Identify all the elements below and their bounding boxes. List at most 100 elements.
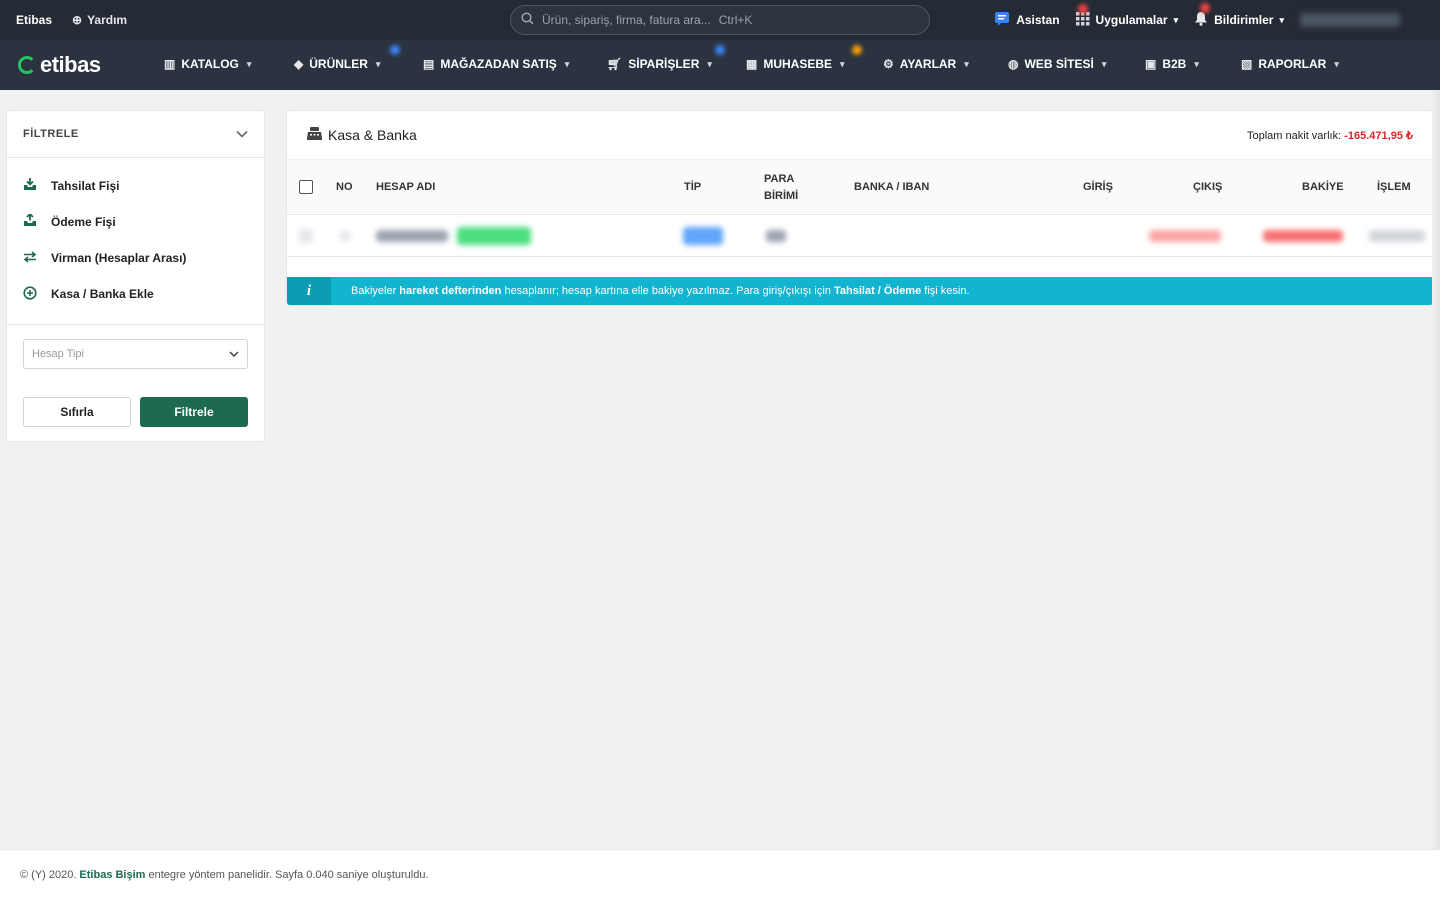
inbox-out-icon	[23, 212, 37, 230]
nav-label: MAĞAZADAN SATIŞ	[440, 57, 557, 71]
row-balance-redacted	[1263, 230, 1343, 242]
logo-text: etibas	[40, 52, 101, 77]
calculator-icon: ▦	[746, 57, 758, 71]
gear-icon: ⚙	[883, 57, 894, 71]
col-no[interactable]: NO	[336, 181, 353, 193]
chevron-down-icon: ▾	[375, 58, 381, 69]
cash-register-icon	[307, 127, 322, 143]
row-name-redacted[interactable]	[376, 230, 448, 242]
nav-ayarlar[interactable]: ⚙ AYARLAR ▾	[883, 57, 969, 71]
odeme-fisi-link[interactable]: Ödeme Fişi	[7, 204, 264, 240]
filter-panel-header[interactable]: FİLTRELE	[7, 111, 264, 158]
chevron-down-icon: ▾	[1101, 58, 1107, 69]
nav-label: KATALOG	[181, 57, 239, 71]
user-menu-redacted[interactable]	[1300, 13, 1400, 27]
cart-icon: 🛒︎	[607, 57, 623, 71]
chevron-down-icon: ▾	[964, 58, 969, 69]
row-type-redacted	[683, 227, 723, 245]
chevron-down-icon: ▾	[1279, 14, 1284, 25]
main-nav: etibas ▥ KATALOG ▾ ◆ ÜRÜNLER ▾ ▤ MAĞAZAD…	[0, 40, 1440, 90]
nav-muhasebe[interactable]: ▦ MUHASEBE ▾	[746, 45, 862, 71]
col-para-birimi-line2: BİRİMİ	[764, 190, 799, 202]
logo[interactable]: etibas	[18, 52, 148, 78]
shop-icon: ▣	[1145, 57, 1157, 71]
chevron-down-icon: ▾	[564, 58, 570, 69]
transfer-icon	[23, 250, 37, 266]
nav-magazadan-satis[interactable]: ▤ MAĞAZADAN SATIŞ ▾	[423, 57, 569, 71]
notifications-menu[interactable]: Bildirimler ▾	[1194, 3, 1284, 29]
apps-label: Uygulamalar	[1095, 13, 1168, 27]
col-para-birimi[interactable]: PARA BİRİMİ	[764, 171, 798, 205]
card-title-text: Kasa & Banka	[328, 127, 417, 143]
info-text-bold: Tahsilat / Ödeme	[834, 285, 922, 297]
table-header: NO HESAP ADI TİP PARA BİRİMİ BANKA / IBA…	[287, 159, 1433, 215]
nav-raporlar[interactable]: ▧ RAPORLAR ▾	[1241, 57, 1339, 71]
table-row[interactable]	[287, 215, 1433, 257]
nav-katalog[interactable]: ▥ KATALOG ▾	[164, 57, 251, 71]
nav-badge	[390, 45, 400, 55]
search-shortcut: Ctrl+K	[718, 13, 753, 27]
apps-menu[interactable]: Uygulamalar ▾	[1075, 3, 1179, 29]
row-actions-redacted[interactable]	[1369, 230, 1425, 242]
global-search-input[interactable]: Ürün, sipariş, firma, fatura ara... Ctrl…	[510, 5, 930, 35]
chevron-down-icon: ▾	[707, 58, 712, 69]
nav-label: WEB SİTESİ	[1024, 57, 1094, 71]
nav-siparisler[interactable]: 🛒︎ SİPARİŞLER ▾	[607, 45, 725, 71]
total-value: -165.471,95 ₺	[1344, 129, 1413, 142]
footer-brand-link[interactable]: Etibas Bişim	[79, 869, 145, 881]
total-label: Toplam nakit varlık:	[1247, 129, 1342, 142]
nav-urunler[interactable]: ◆ ÜRÜNLER ▾	[294, 45, 400, 71]
row-checkbox[interactable]	[299, 229, 313, 243]
top-bar: Etibas ⊕ Yardım Ürün, sipariş, firma, fa…	[0, 0, 1440, 40]
select-all-checkbox[interactable]	[299, 180, 313, 194]
info-text-bold: hareket defterinden	[399, 285, 502, 297]
bell-icon	[1194, 11, 1208, 29]
report-icon: ▧	[1241, 57, 1253, 71]
nav-label: B2B	[1162, 57, 1187, 71]
col-giris[interactable]: GİRİŞ	[1083, 181, 1113, 193]
right-edge-shadow	[1432, 90, 1440, 850]
notifications-badge	[1200, 3, 1211, 13]
apply-filter-button[interactable]: Filtrele	[140, 397, 248, 427]
assistant-button[interactable]: Asistan	[994, 11, 1060, 30]
col-banka-iban[interactable]: BANKA / IBAN	[854, 181, 929, 193]
nav-badge	[852, 45, 862, 55]
virman-link[interactable]: Virman (Hesaplar Arası)	[7, 240, 264, 276]
chevron-down-icon	[229, 349, 239, 360]
footer: © (Y) 2020. Etibas Bişim entegre yöntem …	[0, 849, 1440, 900]
hesap-tipi-select[interactable]: Hesap Tipi	[23, 339, 248, 369]
row-badge-redacted	[457, 227, 531, 245]
reset-button[interactable]: Sıfırla	[23, 397, 131, 427]
nav-web-sitesi[interactable]: ◍ WEB SİTESİ ▾	[1008, 57, 1106, 71]
info-text: Bakiyeler hareket defterinden hesaplanır…	[351, 285, 970, 297]
col-para-birimi-line1: PARA	[764, 173, 795, 185]
filter-title: FİLTRELE	[23, 128, 79, 140]
footer-copyright: © (Y) 2020.	[20, 869, 77, 881]
brand-link[interactable]: Etibas	[16, 13, 52, 27]
info-alert: i Bakiyeler hareket defterinden hesaplan…	[287, 277, 1433, 305]
select-placeholder: Hesap Tipi	[32, 348, 84, 360]
card-title: Kasa & Banka	[307, 127, 417, 143]
row-out-redacted	[1149, 230, 1221, 242]
col-tip[interactable]: TİP	[684, 181, 701, 193]
col-hesap-adi[interactable]: HESAP ADI	[376, 181, 435, 193]
grid-icon	[1075, 11, 1090, 29]
nav-label: ÜRÜNLER	[309, 57, 368, 71]
nav-b2b[interactable]: ▣ B2B ▾	[1145, 57, 1199, 71]
nav-label: SİPARİŞLER	[628, 57, 700, 71]
help-label: Yardım	[87, 13, 128, 27]
help-link[interactable]: ⊕ Yardım	[72, 13, 127, 27]
col-bakiye[interactable]: BAKİYE	[1302, 181, 1344, 193]
col-cikis[interactable]: ÇIKIŞ	[1193, 181, 1222, 193]
notifications-label: Bildirimler	[1214, 13, 1274, 27]
tahsilat-fisi-link[interactable]: Tahsilat Fişi	[7, 168, 264, 204]
chevron-down-icon: ▾	[1334, 58, 1339, 69]
menu-label: Kasa / Banka Ekle	[51, 287, 154, 301]
footer-text: entegre yöntem panelidir. Sayfa 0.040 sa…	[148, 869, 429, 881]
search-icon	[521, 12, 534, 28]
tag-icon: ◆	[294, 57, 304, 71]
col-islem[interactable]: İŞLEM	[1377, 181, 1411, 193]
chevron-down-icon: ▾	[1173, 14, 1179, 25]
kasa-banka-ekle-link[interactable]: Kasa / Banka Ekle	[7, 276, 264, 312]
total-cash: Toplam nakit varlık: -165.471,95 ₺	[1247, 129, 1413, 142]
